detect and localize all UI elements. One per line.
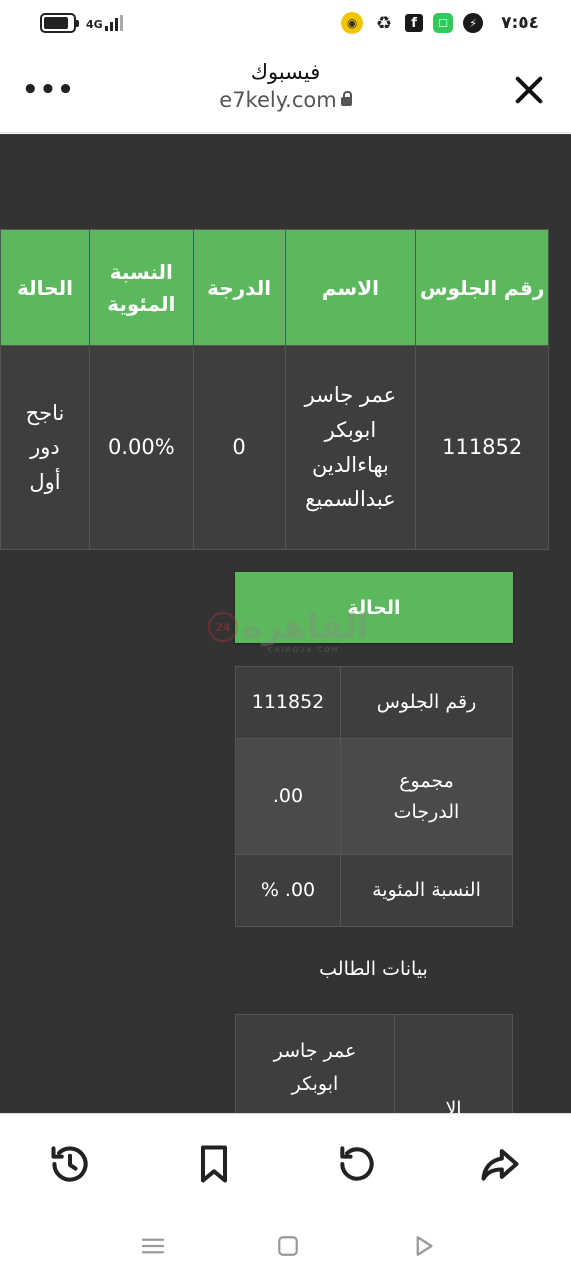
student-row-name: الا عمر جاسر ابوبكر <box>235 1014 513 1113</box>
detail-row-percent: النسبة المئوية 00. % <box>235 854 513 927</box>
header-score: الدرجة <box>192 229 286 346</box>
messenger-icon: ⚡ <box>463 13 484 33</box>
detail-percent-label: النسبة المئوية <box>340 854 513 927</box>
facebook-icon: f <box>405 14 424 32</box>
site-watermark: 24 القاهرة CAIRO24.COM <box>208 607 369 654</box>
header-seat-number: رقم الجلوس <box>415 229 549 346</box>
share-icon[interactable] <box>478 1142 522 1186</box>
bookmark-icon[interactable] <box>192 1142 236 1186</box>
history-icon[interactable] <box>48 1142 92 1186</box>
status-bar: 4G ◉ ♻ f ☐ ⚡ ٧:٥٤ <box>0 0 571 50</box>
page-content[interactable]: رقم الجلوس الاسم الدرجة النسبة المئوية ا… <box>0 134 571 1113</box>
page-title: فيسبوك <box>250 60 321 84</box>
header-status: الحالة <box>0 229 90 346</box>
signal-icon: 4G <box>86 15 123 31</box>
system-nav-bar <box>0 1213 571 1280</box>
header-name: الاسم <box>284 229 417 346</box>
detail-row-seat: رقم الجلوس 111852 <box>235 666 513 739</box>
detail-percent-value: 00. % <box>235 854 341 927</box>
cell-name: عمر جاسر ابوبكر بهاءالدين عبدالسميع <box>284 345 417 550</box>
back-icon[interactable] <box>409 1231 439 1261</box>
menu-icon[interactable] <box>138 1231 168 1261</box>
details-table: رقم الجلوس 111852 مجموع الدرجات 00. النس… <box>235 666 513 927</box>
detail-seat-value: 111852 <box>235 666 341 739</box>
status-left: 4G <box>40 13 123 33</box>
watermark-sub: CAIRO24.COM <box>268 646 340 654</box>
watermark-badge: 24 <box>208 612 238 642</box>
student-name-value: عمر جاسر ابوبكر <box>235 1014 395 1113</box>
watermark-text: القاهرة <box>242 607 369 647</box>
detail-total-label: مجموع الدرجات <box>340 738 513 855</box>
cell-status: ناجح دور أول <box>0 345 90 550</box>
detail-total-value: 00. <box>235 738 341 855</box>
lock-icon <box>340 90 352 106</box>
student-table: الا عمر جاسر ابوبكر <box>235 1014 513 1113</box>
student-name-label: الا <box>394 1014 513 1113</box>
home-icon[interactable] <box>273 1231 303 1261</box>
recycle-icon: ♻ <box>373 12 396 34</box>
table-row: 111852 عمر جاسر ابوبكر بهاءالدين عبدالسم… <box>0 345 549 550</box>
notification-icon: ◉ <box>341 12 364 34</box>
student-data-heading: بيانات الطالب <box>319 958 428 980</box>
close-button[interactable] <box>513 74 545 106</box>
cell-seat-number: 111852 <box>415 345 549 550</box>
network-type: 4G <box>86 18 103 31</box>
title-block: فيسبوك e7kely.com <box>0 60 571 112</box>
browser-toolbar <box>0 1113 571 1213</box>
status-right: ◉ ♻ f ☐ ⚡ ٧:٥٤ <box>341 12 539 34</box>
refresh-icon[interactable] <box>335 1142 379 1186</box>
table-header-row: رقم الجلوس الاسم الدرجة النسبة المئوية ا… <box>0 229 549 346</box>
page-url: e7kely.com <box>219 88 352 112</box>
browser-header: ••• فيسبوك e7kely.com <box>0 50 571 133</box>
detail-seat-label: رقم الجلوس <box>340 666 513 739</box>
url-text: e7kely.com <box>219 88 337 112</box>
app-icon: ☐ <box>433 13 454 33</box>
results-table: رقم الجلوس الاسم الدرجة النسبة المئوية ا… <box>0 229 549 550</box>
clock: ٧:٥٤ <box>501 13 539 33</box>
battery-icon <box>40 13 79 33</box>
cell-percentage: 0.00% <box>88 345 194 550</box>
detail-row-total: مجموع الدرجات 00. <box>235 738 513 855</box>
cell-score: 0 <box>192 345 286 550</box>
header-percentage: النسبة المئوية <box>88 229 194 346</box>
